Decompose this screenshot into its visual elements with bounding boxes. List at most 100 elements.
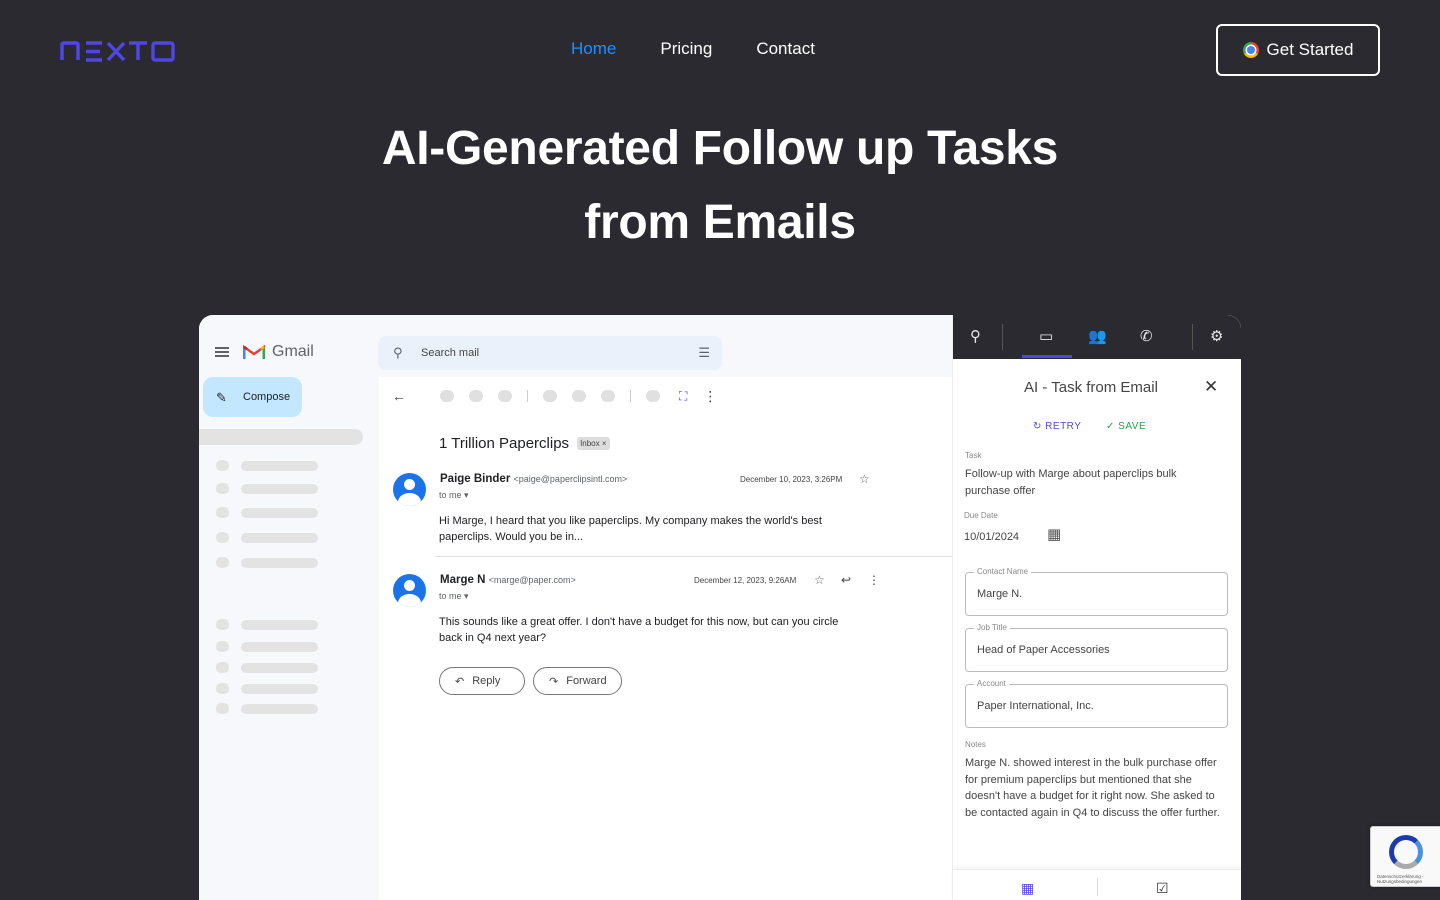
recaptcha-text[interactable]: Datenschutzerklärung - Nutzungsbedingung… (1377, 874, 1440, 884)
nav-contact-link[interactable]: Contact (756, 39, 815, 59)
forward-button[interactable]: ↷ Forward (533, 667, 622, 695)
skeleton-row (216, 703, 318, 714)
toolbar-action[interactable] (572, 390, 586, 402)
close-icon[interactable]: ✕ (1204, 377, 1218, 397)
toolbar-action[interactable] (646, 390, 660, 402)
filter-icon[interactable]: ☰ (698, 345, 710, 361)
notes-label: Notes (965, 740, 986, 749)
subject-text: 1 Trillion Paperclips (439, 435, 570, 452)
message-date: December 12, 2023, 9:26AM (694, 576, 797, 585)
skeleton-row (216, 532, 318, 543)
email-subject: 1 Trillion Paperclips Inbox × (439, 435, 610, 452)
toolbar-action[interactable] (543, 390, 557, 402)
product-screenshot: Gmail ✎ Compose ⚲ Search mail ☰ ← ⛶ ⋮ 1 … (199, 315, 1241, 900)
save-button[interactable]: ✓ SAVE (1106, 421, 1146, 432)
pencil-icon: ✎ (216, 390, 227, 405)
top-nav: Home Pricing Contact Get Started (0, 0, 1440, 100)
panel-toolbar: ⚲ ▭ 👥 ✆ ⚙ (953, 315, 1241, 359)
panel-title: AI - Task from Email (1024, 379, 1158, 396)
nav-pricing-link[interactable]: Pricing (660, 39, 712, 59)
toolbar-action[interactable] (469, 390, 483, 402)
star-icon[interactable]: ☆ (859, 472, 870, 486)
contact-name-value: Marge N. (977, 588, 1023, 600)
menu-icon[interactable] (215, 347, 229, 357)
retry-button[interactable]: ↻ RETRY (1033, 421, 1081, 432)
star-icon[interactable]: ☆ (814, 573, 825, 587)
job-title-label: Job Title (974, 623, 1010, 632)
skeleton-row (216, 557, 318, 568)
hero-line-1: AI-Generated Follow up Tasks (381, 122, 1059, 175)
reply-button[interactable]: ↶ Reply (439, 667, 525, 695)
gmail-sidebar: Gmail ✎ Compose (199, 315, 379, 900)
reply-label: Reply (472, 675, 501, 687)
search-icon: ⚲ (393, 345, 403, 360)
hero-heading: AI-Generated Follow up Tasks from Emails (0, 112, 1440, 260)
avatar (393, 473, 426, 506)
compose-label: Compose (243, 391, 291, 403)
toolbar-action[interactable] (440, 390, 454, 402)
phone-icon[interactable]: ✆ (1140, 327, 1153, 345)
skeleton-nav-item (199, 429, 363, 445)
message-preview: This sounds like a great offer. I don't … (439, 616, 839, 644)
sender-email: <paige@paperclipsintl.com> (513, 474, 628, 484)
toolbar-action[interactable] (498, 390, 512, 402)
gmail-logo-icon (243, 344, 265, 359)
due-date-value[interactable]: 10/01/2024 (964, 529, 1019, 546)
due-date-label: Due Date (964, 511, 998, 520)
get-started-label: Get Started (1266, 40, 1354, 59)
skeleton-row (216, 662, 318, 673)
chrome-icon (1242, 42, 1259, 58)
inbox-chip[interactable]: Inbox × (577, 437, 610, 450)
more-vert-icon[interactable]: ⋮ (868, 573, 880, 587)
contact-name-label: Contact Name (974, 567, 1032, 576)
gear-icon[interactable]: ⚙ (1210, 327, 1223, 345)
contact-name-field[interactable]: Contact Name Marge N. (965, 567, 1228, 616)
search-mail-input[interactable]: ⚲ Search mail ☰ (378, 336, 722, 370)
account-label: Account (974, 679, 1009, 688)
inbox-icon[interactable]: ▭ (1039, 327, 1053, 345)
forward-icon: ↷ (549, 675, 559, 688)
task-label: Task (965, 451, 982, 460)
search-icon[interactable]: ⚲ (970, 327, 981, 345)
calendar-icon[interactable]: ▦ (1047, 526, 1061, 544)
get-started-button[interactable]: Get Started (1216, 24, 1380, 76)
recaptcha-icon (1389, 835, 1423, 869)
calendar-tab-icon[interactable]: ▦ (1021, 880, 1034, 897)
check-icon: ✓ (1106, 421, 1115, 432)
contacts-icon[interactable]: 👥 (1088, 327, 1107, 345)
nav-home-link[interactable]: Home (571, 39, 616, 59)
message-date: December 10, 2023, 3:26PM (740, 475, 843, 484)
message-preview: Hi Marge, I heard that you like papercli… (439, 515, 822, 543)
more-vert-icon[interactable]: ⋮ (703, 388, 717, 405)
hero-line-2: from Emails (584, 196, 856, 249)
recipient-dropdown[interactable]: to me ▾ (439, 490, 469, 501)
reply-icon[interactable]: ↩ (841, 573, 851, 587)
search-placeholder: Search mail (421, 347, 480, 359)
skeleton-row (216, 641, 318, 652)
sender-name: Marge N <marge@paper.com> (440, 574, 576, 586)
nexto-logo[interactable] (60, 40, 176, 62)
back-arrow-icon[interactable]: ← (392, 388, 406, 404)
sender-name: Paige Binder <paige@paperclipsintl.com> (440, 473, 628, 485)
skeleton-row (216, 683, 318, 694)
recipient-dropdown[interactable]: to me ▾ (439, 591, 469, 602)
job-title-field[interactable]: Job Title Head of Paper Accessories (965, 623, 1228, 672)
account-field[interactable]: Account Paper International, Inc. (965, 679, 1228, 728)
checkbox-tab-icon[interactable]: ☑ (1156, 880, 1169, 897)
skeleton-row (216, 507, 318, 518)
email-toolbar: ← ⛶ ⋮ (392, 387, 717, 405)
avatar (393, 574, 426, 607)
nexto-extension-icon[interactable]: ⛶ (679, 389, 687, 404)
recaptcha-badge[interactable]: Datenschutzerklärung - Nutzungsbedingung… (1370, 826, 1440, 887)
notes-value[interactable]: Marge N. showed interest in the bulk pur… (965, 755, 1220, 821)
account-value: Paper International, Inc. (977, 700, 1094, 712)
job-title-value: Head of Paper Accessories (977, 644, 1110, 656)
active-tab-indicator (1022, 355, 1072, 358)
toolbar-action[interactable] (601, 390, 615, 402)
panel-bottom-tabs: ▦ ☑ (953, 869, 1241, 900)
skeleton-row (216, 483, 318, 494)
sender-email: <marge@paper.com> (488, 575, 576, 585)
compose-button[interactable]: ✎ Compose (203, 377, 302, 417)
task-value[interactable]: Follow-up with Marge about paperclips bu… (965, 466, 1215, 499)
forward-label: Forward (566, 675, 607, 687)
